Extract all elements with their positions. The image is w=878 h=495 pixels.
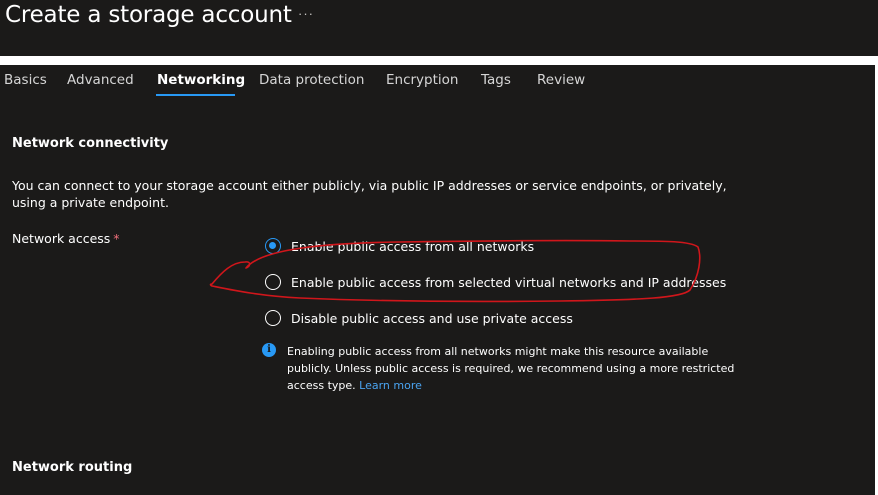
required-indicator: * bbox=[113, 231, 120, 246]
radio-button-selected[interactable] bbox=[265, 238, 281, 254]
radio-public-all-networks[interactable]: Enable public access from all networks bbox=[265, 236, 534, 256]
network-routing-heading: Network routing bbox=[12, 460, 133, 475]
info-message-text: Enabling public access from all networks… bbox=[287, 345, 735, 392]
radio-button[interactable] bbox=[265, 274, 281, 290]
tab-review[interactable]: Review bbox=[537, 72, 585, 88]
tab-networking[interactable]: Networking bbox=[157, 72, 245, 88]
tab-bar: Basics Advanced Networking Data protecti… bbox=[0, 65, 875, 99]
tab-tags[interactable]: Tags bbox=[481, 72, 511, 88]
tab-encryption[interactable]: Encryption bbox=[386, 72, 458, 88]
tab-advanced[interactable]: Advanced bbox=[67, 72, 134, 88]
info-icon: i bbox=[262, 343, 276, 357]
radio-disable-public-access[interactable]: Disable public access and use private ac… bbox=[265, 308, 573, 328]
page-title: Create a storage account bbox=[5, 2, 292, 28]
radio-label: Enable public access from selected virtu… bbox=[291, 274, 727, 290]
more-options-button[interactable]: ··· bbox=[298, 6, 314, 21]
network-access-label-text: Network access bbox=[12, 231, 111, 246]
radio-public-selected-networks[interactable]: Enable public access from selected virtu… bbox=[265, 272, 726, 292]
tab-data-protection[interactable]: Data protection bbox=[259, 72, 365, 88]
radio-label: Enable public access from all networks bbox=[291, 238, 535, 254]
network-access-label: Network access * bbox=[12, 231, 120, 246]
info-text: Enabling public access from all networks… bbox=[287, 343, 742, 394]
main-content: Basics Advanced Networking Data protecti… bbox=[0, 65, 875, 495]
divider bbox=[0, 56, 878, 65]
tab-basics[interactable]: Basics bbox=[4, 72, 47, 88]
radio-label: Disable public access and use private ac… bbox=[291, 310, 573, 326]
radio-button[interactable] bbox=[265, 310, 281, 326]
learn-more-link[interactable]: Learn more bbox=[359, 379, 422, 392]
connectivity-description: You can connect to your storage account … bbox=[12, 178, 727, 210]
network-connectivity-heading: Network connectivity bbox=[12, 136, 169, 151]
active-tab-indicator bbox=[156, 94, 235, 96]
page-header: Create a storage account ··· bbox=[0, 0, 878, 56]
